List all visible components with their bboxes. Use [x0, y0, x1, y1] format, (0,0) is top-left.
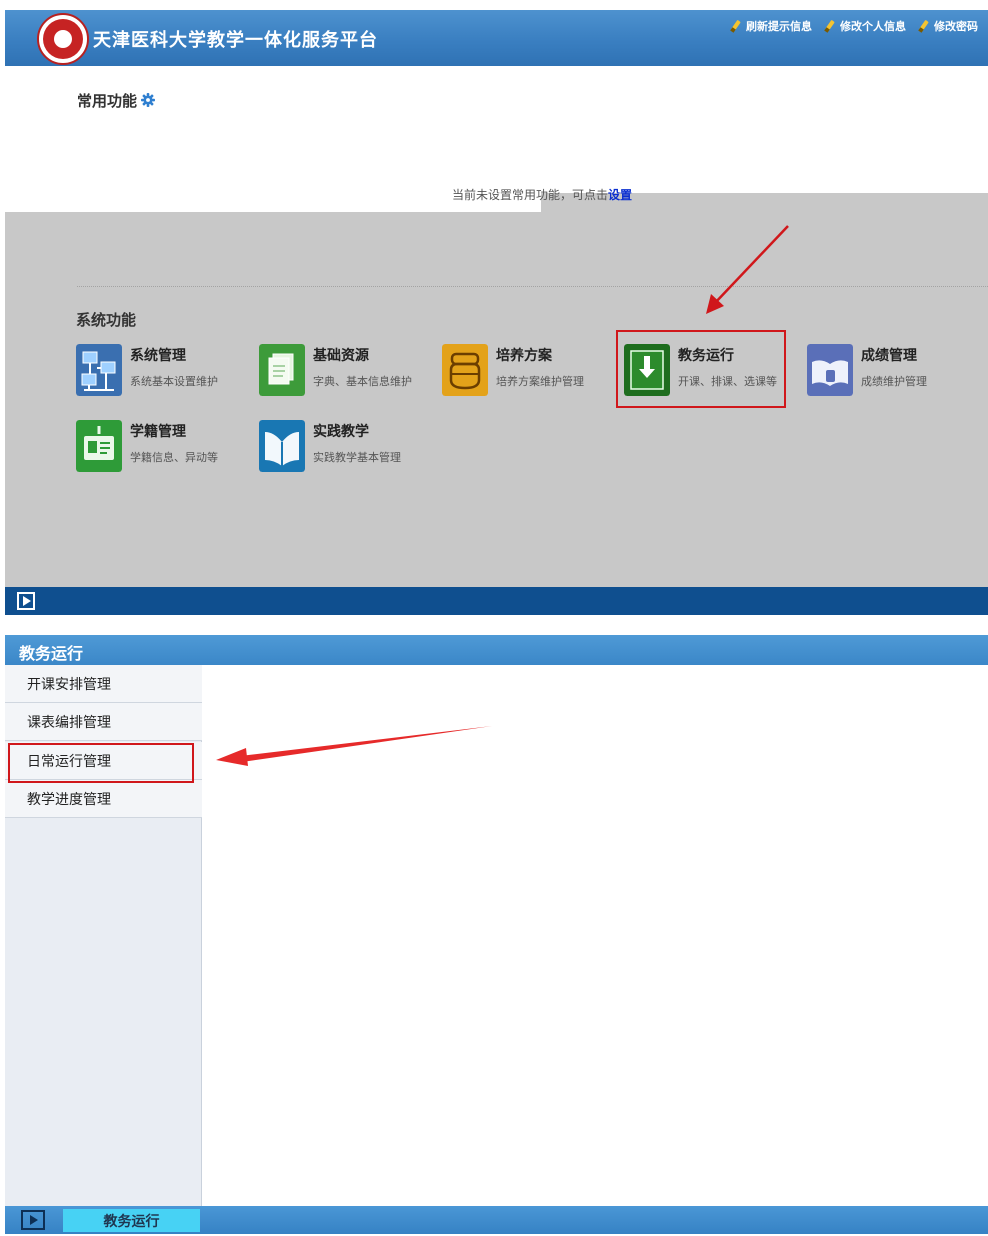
tile-name: 成绩管理: [861, 348, 917, 364]
taskbar-bottom: 教务运行: [5, 1206, 988, 1234]
pencil-icon: [730, 20, 742, 32]
documents-icon: [259, 344, 305, 396]
menu-timetable-arrangement[interactable]: 课表编排管理: [5, 703, 202, 741]
gear-icon[interactable]: [141, 93, 155, 107]
tile-training-program[interactable]: 培养方案 培养方案维护管理: [442, 342, 622, 398]
refresh-notice-label: 刷新提示信息: [746, 20, 812, 33]
header-links: 刷新提示信息 修改个人信息 修改密码: [730, 18, 978, 34]
pencil-icon: [824, 20, 836, 32]
tile-desc: 学籍信息、异动等: [130, 451, 218, 464]
play-icon[interactable]: [21, 1210, 45, 1230]
hint-text: 当前未设置常用功能，可点击: [452, 188, 609, 202]
menu-teaching-progress[interactable]: 教学进度管理: [5, 780, 202, 818]
tile-system-management[interactable]: 系统管理 系统基本设置维护: [76, 342, 256, 398]
play-icon[interactable]: [17, 592, 35, 610]
tile-desc: 成绩维护管理: [861, 375, 927, 388]
no-common-functions-hint: 当前未设置常用功能，可点击设置: [452, 186, 632, 203]
site-title: 天津医科大学教学一体化服务平台: [93, 30, 378, 51]
book-hand-icon: [807, 344, 853, 396]
edit-profile-link[interactable]: 修改个人信息: [824, 18, 906, 34]
edit-profile-label: 修改个人信息: [840, 20, 906, 33]
panel-title: 教务运行: [5, 635, 988, 665]
change-password-link[interactable]: 修改密码: [918, 18, 978, 34]
tile-desc: 系统基本设置维护: [130, 375, 218, 388]
common-functions-title: 常用功能: [77, 92, 138, 110]
tile-name: 系统管理: [130, 348, 186, 364]
taskbar-tab-academic-operations[interactable]: 教务运行: [63, 1209, 200, 1232]
tile-basic-resources[interactable]: 基础资源 字典、基本信息维护: [259, 342, 439, 398]
network-icon: [76, 344, 122, 396]
tile-student-status[interactable]: 学籍管理 学籍信息、异动等: [76, 418, 256, 474]
university-logo: [37, 13, 89, 65]
pot-icon: [442, 344, 488, 396]
highlight-box: [616, 330, 786, 408]
tile-grade-management[interactable]: 成绩管理 成绩维护管理: [807, 342, 987, 398]
change-password-label: 修改密码: [934, 20, 978, 33]
menu-course-scheduling[interactable]: 开课安排管理: [5, 665, 202, 703]
divider: [77, 286, 988, 287]
top-header: 天津医科大学教学一体化服务平台 刷新提示信息 修改个人信息 修改密码: [5, 10, 988, 66]
annotation-arrow: [216, 726, 492, 766]
tile-desc: 字典、基本信息维护: [313, 375, 412, 388]
open-book-icon: [259, 420, 305, 472]
id-card-icon: [76, 420, 122, 472]
tile-name: 基础资源: [313, 348, 369, 364]
settings-link[interactable]: 设置: [608, 188, 632, 202]
tile-name: 学籍管理: [130, 424, 186, 440]
tile-name: 实践教学: [313, 424, 369, 440]
system-functions-area: 系统功能 系统管理 系统基本设置维护 基础资源 字典、基本信息维护 培养方案 培…: [5, 212, 988, 587]
refresh-notice-link[interactable]: 刷新提示信息: [730, 18, 812, 34]
taskbar-top: [5, 587, 988, 615]
tile-name: 培养方案: [496, 348, 552, 364]
system-functions-title: 系统功能: [76, 311, 137, 329]
pencil-icon: [918, 20, 930, 32]
tile-practice-teaching[interactable]: 实践教学 实践教学基本管理: [259, 418, 439, 474]
highlight-box: [8, 743, 194, 783]
tile-desc: 实践教学基本管理: [313, 451, 401, 464]
tile-desc: 培养方案维护管理: [496, 375, 584, 388]
